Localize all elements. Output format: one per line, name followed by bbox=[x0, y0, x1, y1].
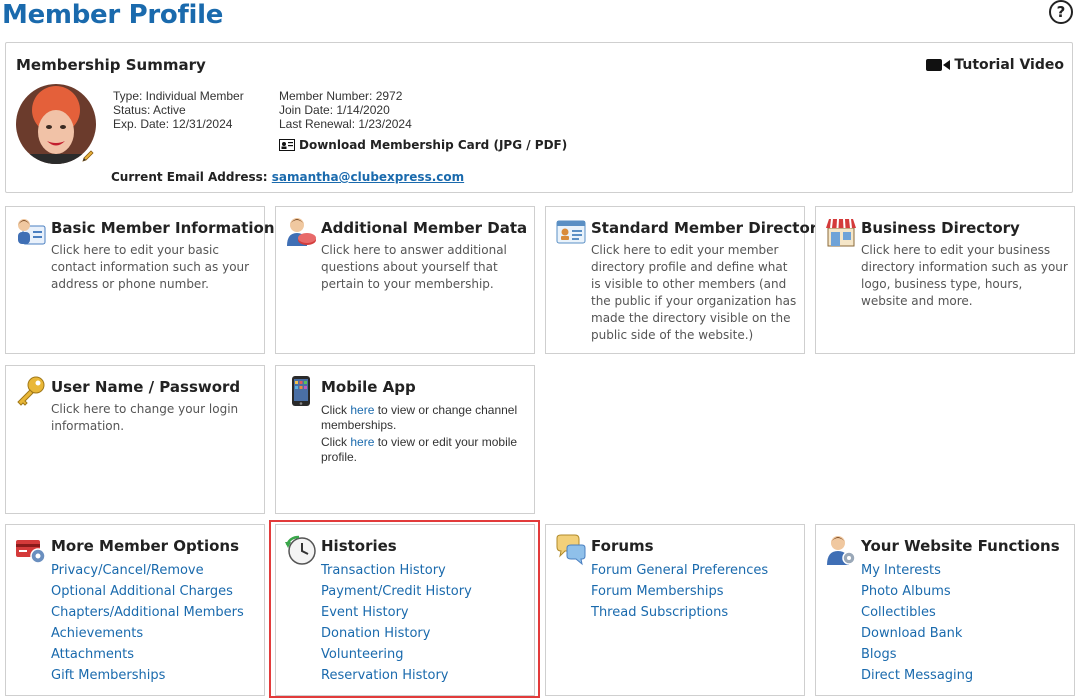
summary-heading: Membership Summary bbox=[16, 56, 206, 74]
card-description: Click here to edit your basic contact in… bbox=[51, 243, 250, 291]
list-link[interactable]: Attachments bbox=[51, 644, 244, 665]
membership-dates-column: Member Number: 2972 Join Date: 1/14/2020… bbox=[279, 89, 412, 131]
member-card-options-icon bbox=[16, 540, 46, 564]
id-card-icon bbox=[279, 139, 295, 151]
storefront-icon bbox=[826, 218, 856, 247]
help-icon[interactable]: ? bbox=[1049, 0, 1073, 24]
tutorial-video-link[interactable]: Tutorial Video bbox=[926, 57, 1064, 73]
last-renewal: Last Renewal: 1/23/2024 bbox=[279, 117, 412, 131]
list-link[interactable]: Chapters/Additional Members bbox=[51, 602, 244, 623]
current-email-row: Current Email Address: samantha@clubexpr… bbox=[111, 170, 464, 184]
card-description: Click here to edit your business directo… bbox=[861, 243, 1068, 308]
history-clock-icon bbox=[285, 535, 316, 565]
card-user-name-password[interactable]: User Name / Password Click here to chang… bbox=[5, 365, 265, 514]
card-forums: Forums Forum General Preferences Forum M… bbox=[545, 524, 805, 696]
download-membership-card: Download Membership Card (JPG / PDF) bbox=[279, 138, 567, 152]
edit-photo-pencil-icon[interactable] bbox=[81, 149, 95, 163]
list-link[interactable]: Forum Memberships bbox=[591, 581, 768, 602]
list-link[interactable]: Thread Subscriptions bbox=[591, 602, 768, 623]
card-title: Mobile App bbox=[321, 378, 416, 396]
card-title: User Name / Password bbox=[51, 378, 241, 396]
card-your-website-functions: Your Website Functions My Interests Phot… bbox=[815, 524, 1075, 696]
card-standard-member-directory[interactable]: Standard Member Directory Click here to … bbox=[545, 206, 827, 354]
card-more-member-options: More Member Options Privacy/Cancel/Remov… bbox=[5, 524, 265, 696]
expiration-date: Exp. Date: 12/31/2024 bbox=[113, 117, 233, 131]
membership-type: Type: Individual Member bbox=[113, 89, 244, 103]
forums-links: Forum General Preferences Forum Membersh… bbox=[591, 560, 768, 623]
page-title: Member Profile bbox=[2, 0, 224, 30]
email-label: Current Email Address: bbox=[111, 170, 268, 184]
list-link[interactable]: Forum General Preferences bbox=[591, 560, 768, 581]
card-description: Click here to edit your member directory… bbox=[591, 243, 797, 342]
card-additional-member-data[interactable]: Additional Member Data Click here to ans… bbox=[275, 206, 535, 354]
card-title: Basic Member Information bbox=[51, 219, 275, 237]
directory-card-icon bbox=[556, 220, 586, 244]
mobile-phone-icon bbox=[292, 376, 310, 406]
download-card-label: Download Membership Card ( bbox=[299, 138, 499, 152]
list-link[interactable]: Achievements bbox=[51, 623, 244, 644]
histories-links: Transaction History Payment/Credit Histo… bbox=[321, 560, 472, 686]
card-title: Standard Member Directory bbox=[591, 219, 827, 237]
download-pdf-link[interactable]: PDF bbox=[535, 138, 562, 152]
card-title: Histories bbox=[321, 537, 397, 555]
download-jpg-link[interactable]: JPG bbox=[499, 138, 522, 152]
download-card-suffix: ) bbox=[561, 138, 568, 152]
list-link[interactable]: Reservation History bbox=[321, 665, 472, 686]
mobile-text: Click bbox=[321, 403, 351, 417]
user-data-icon bbox=[287, 218, 316, 246]
card-description: Click here to answer additional question… bbox=[321, 243, 507, 291]
card-basic-member-information[interactable]: Basic Member Information Click here to e… bbox=[5, 206, 275, 354]
card-description: Click here to change your login informat… bbox=[51, 402, 239, 433]
member-number: Member Number: 2972 bbox=[279, 89, 403, 103]
join-date: Join Date: 1/14/2020 bbox=[279, 103, 390, 117]
list-link[interactable]: Blogs bbox=[861, 644, 973, 665]
contact-card-icon bbox=[18, 219, 46, 245]
card-title: Forums bbox=[591, 537, 654, 555]
card-title: More Member Options bbox=[51, 537, 239, 555]
card-description: Click here to view or change channel mem… bbox=[321, 403, 524, 467]
list-link[interactable]: Donation History bbox=[321, 623, 472, 644]
list-link[interactable]: Event History bbox=[321, 602, 472, 623]
card-title: Your Website Functions bbox=[861, 537, 1060, 555]
list-link[interactable]: Download Bank bbox=[861, 623, 973, 644]
membership-type-column: Type: Individual Member Status: Active E… bbox=[113, 89, 244, 131]
list-link[interactable]: Photo Albums bbox=[861, 581, 973, 602]
list-link[interactable]: Privacy/Cancel/Remove bbox=[51, 560, 244, 581]
list-link[interactable]: Volunteering bbox=[321, 644, 472, 665]
channel-memberships-link[interactable]: here bbox=[350, 403, 374, 417]
list-link[interactable]: Transaction History bbox=[321, 560, 472, 581]
list-link[interactable]: Collectibles bbox=[861, 602, 973, 623]
more-options-links: Privacy/Cancel/Remove Optional Additiona… bbox=[51, 560, 244, 686]
membership-summary: Membership Summary Tutorial Video Type: … bbox=[5, 42, 1073, 193]
download-separator: / bbox=[522, 138, 535, 152]
card-histories: Histories Transaction History Payment/Cr… bbox=[275, 524, 535, 696]
list-link[interactable]: My Interests bbox=[861, 560, 973, 581]
user-settings-icon bbox=[827, 536, 856, 565]
mobile-profile-link[interactable]: here bbox=[350, 435, 374, 449]
list-link[interactable]: Optional Additional Charges bbox=[51, 581, 244, 602]
card-title: Additional Member Data bbox=[321, 219, 528, 237]
card-title: Business Directory bbox=[861, 219, 1020, 237]
membership-status: Status: Active bbox=[113, 103, 186, 117]
chat-bubbles-icon bbox=[556, 534, 586, 566]
list-link[interactable]: Gift Memberships bbox=[51, 665, 244, 686]
mobile-text: Click bbox=[321, 435, 351, 449]
video-camera-icon bbox=[926, 59, 951, 71]
tutorial-video-label: Tutorial Video bbox=[954, 57, 1064, 73]
key-icon bbox=[17, 376, 45, 406]
card-business-directory[interactable]: Business Directory Click here to edit yo… bbox=[815, 206, 1075, 354]
email-link[interactable]: samantha@clubexpress.com bbox=[272, 170, 464, 184]
website-functions-links: My Interests Photo Albums Collectibles D… bbox=[861, 560, 973, 686]
list-link[interactable]: Direct Messaging bbox=[861, 665, 973, 686]
list-link[interactable]: Payment/Credit History bbox=[321, 581, 472, 602]
card-mobile-app: Mobile App Click here to view or change … bbox=[275, 365, 535, 514]
